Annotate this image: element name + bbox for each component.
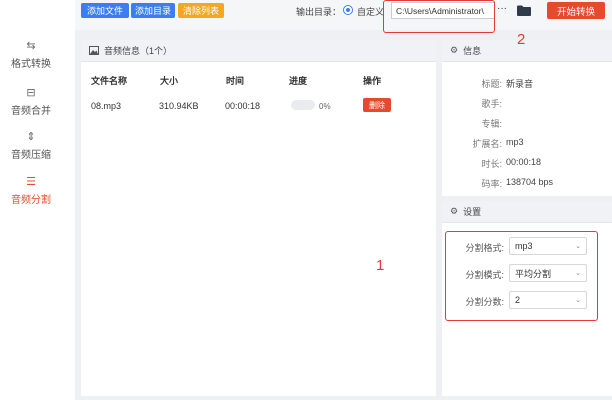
info-key: 歌手: bbox=[481, 99, 502, 109]
merge-icon: ⊟ bbox=[26, 87, 36, 99]
output-dir-label: 输出目录： bbox=[296, 7, 342, 17]
row-progress-text: 0% bbox=[319, 102, 331, 111]
custom-radio[interactable] bbox=[343, 5, 353, 15]
info-key: 时长: bbox=[481, 159, 502, 169]
settings-title: 设置 bbox=[463, 207, 482, 217]
row-filename: 08.mp3 bbox=[91, 101, 122, 111]
folder-icon[interactable] bbox=[517, 5, 531, 16]
start-convert-button[interactable]: 开始转换 bbox=[547, 2, 605, 19]
sidebar-item-label: 格式转换 bbox=[11, 59, 51, 70]
gear-icon: ⚙ bbox=[450, 45, 459, 55]
audio-list-panel: 音频信息（1个） bbox=[81, 40, 436, 396]
browse-more-button[interactable]: ··· bbox=[497, 3, 507, 14]
info-value: 138704 bps bbox=[506, 177, 554, 187]
col-header-action: 操作 bbox=[363, 76, 382, 86]
annotation-number-1: 1 bbox=[376, 257, 385, 274]
info-header: ⚙ 信息 bbox=[442, 40, 612, 62]
info-key: 码率: bbox=[481, 179, 502, 189]
info-key: 扩展名: bbox=[472, 139, 502, 149]
sidebar: ⇆ 格式转换 ⊟ 音频合并 ⇕ 音频压缩 ☰ 音频分割 bbox=[0, 0, 75, 400]
info-key: 标题: bbox=[481, 79, 502, 89]
col-header-size: 大小 bbox=[160, 76, 179, 86]
info-value: 新录音 bbox=[506, 79, 534, 89]
gear-icon: ⚙ bbox=[450, 206, 459, 216]
sidebar-item-audio-compress[interactable]: ⇕ 音频压缩 bbox=[0, 129, 62, 161]
audio-list-header: 音频信息（1个） bbox=[81, 40, 436, 62]
row-progress-bar bbox=[291, 100, 315, 110]
sidebar-item-label: 音频合并 bbox=[11, 106, 51, 117]
info-value: 00:00:18 bbox=[506, 157, 542, 167]
col-header-progress: 进度 bbox=[289, 76, 308, 86]
split-icon: ☰ bbox=[26, 176, 36, 188]
info-value: mp3 bbox=[506, 137, 524, 147]
settings-header: ⚙ 设置 bbox=[442, 201, 612, 223]
annotation-number-2: 2 bbox=[517, 31, 526, 48]
row-size: 310.94KB bbox=[159, 101, 199, 111]
sidebar-item-label: 音频压缩 bbox=[11, 150, 51, 161]
sidebar-item-audio-merge[interactable]: ⊟ 音频合并 bbox=[0, 85, 62, 117]
sidebar-item-audio-split[interactable]: ☰ 音频分割 bbox=[0, 174, 62, 206]
clear-list-button[interactable]: 清除列表 bbox=[178, 3, 224, 18]
delete-button[interactable]: 删除 bbox=[363, 98, 391, 112]
convert-icon: ⇆ bbox=[26, 40, 36, 52]
image-icon bbox=[89, 46, 99, 55]
sidebar-item-label: 音频分割 bbox=[11, 195, 51, 206]
info-key: 专辑: bbox=[481, 119, 502, 129]
audio-list-title: 音频信息（1个） bbox=[104, 46, 173, 56]
annotation-box-1 bbox=[445, 231, 598, 321]
col-header-filename: 文件名称 bbox=[91, 76, 128, 86]
custom-radio-label: 自定义 bbox=[357, 7, 385, 17]
add-file-button[interactable]: 添加文件 bbox=[81, 3, 129, 18]
row-time: 00:00:18 bbox=[225, 101, 261, 111]
add-folder-button[interactable]: 添加目录 bbox=[131, 3, 175, 18]
annotation-box-2 bbox=[383, 0, 495, 33]
compress-icon: ⇕ bbox=[26, 131, 36, 143]
sidebar-item-format-convert[interactable]: ⇆ 格式转换 bbox=[0, 38, 62, 70]
info-title: 信息 bbox=[463, 46, 482, 56]
col-header-time: 时间 bbox=[226, 76, 245, 86]
